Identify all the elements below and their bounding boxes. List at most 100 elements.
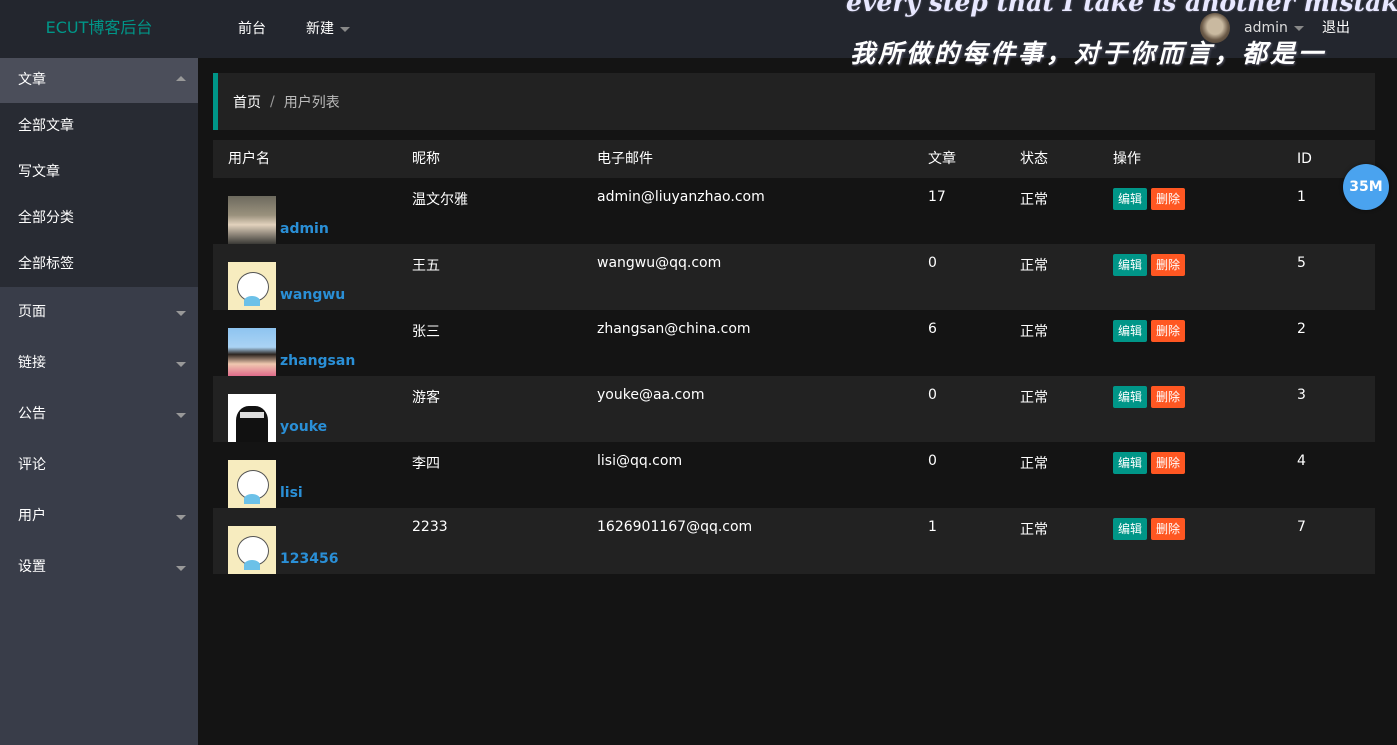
id-cell: 5 (1297, 255, 1306, 271)
username-link[interactable]: admin (280, 221, 329, 237)
user-name[interactable]: admin (1244, 20, 1304, 36)
table-header: 用户名 昵称 电子邮件 文章 状态 操作 ID (213, 140, 1375, 178)
avatar (228, 262, 276, 310)
status-cell: 正常 (1020, 522, 1048, 538)
delete-button[interactable]: 删除 (1151, 386, 1186, 408)
articles-cell: 17 (928, 189, 946, 205)
user-menu[interactable]: admin (1200, 13, 1304, 43)
breadcrumb-home[interactable]: 首页 (233, 92, 261, 112)
sidebar-item-links[interactable]: 链接 (0, 338, 198, 389)
delete-button[interactable]: 删除 (1151, 518, 1186, 540)
username-cell: lisi (213, 442, 397, 508)
id-cell: 2 (1297, 321, 1306, 337)
actions-cell: 编辑 删除 (1098, 442, 1282, 508)
header-banner: every step that I take is another mistak… (840, 0, 1397, 80)
actions-cell: 编辑 删除 (1098, 376, 1282, 442)
banner-line-english: every step that I take is another mistak… (846, 0, 1397, 17)
table-row: lisi 李四 lisi@qq.com 0 正常 编辑 删除 4 (213, 442, 1375, 508)
avatar (228, 526, 276, 574)
avatar (228, 460, 276, 508)
delete-button[interactable]: 删除 (1151, 188, 1186, 210)
nav-new-dropdown[interactable]: 新建 (286, 0, 370, 58)
sidebar-item-notices[interactable]: 公告 (0, 389, 198, 440)
edit-button[interactable]: 编辑 (1113, 386, 1148, 408)
username-link[interactable]: wangwu (280, 287, 345, 303)
column-header-articles: 文章 (928, 151, 956, 167)
email-cell: wangwu@qq.com (597, 255, 722, 271)
sidebar-item-users[interactable]: 用户 (0, 491, 198, 542)
breadcrumb-current: 用户列表 (283, 94, 340, 111)
column-header-username: 用户名 (228, 151, 270, 167)
edit-button[interactable]: 编辑 (1113, 188, 1148, 210)
column-header-actions: 操作 (1113, 151, 1141, 167)
user-name-label: admin (1244, 20, 1288, 36)
chevron-down-icon (176, 362, 186, 367)
nav-frontend-link[interactable]: 前台 (218, 0, 286, 58)
nickname-cell: 游客 (412, 390, 440, 406)
avatar (228, 394, 276, 442)
sidebar-item-label: 文章 (18, 72, 46, 88)
edit-button[interactable]: 编辑 (1113, 518, 1148, 540)
sidebar-group-article: 文章 全部文章 写文章 全部分类 全部标签 (0, 58, 198, 287)
sidebar-item-write-article[interactable]: 写文章 (0, 149, 198, 195)
nickname-cell: 张三 (412, 324, 440, 340)
articles-cell: 0 (928, 255, 937, 271)
status-cell: 正常 (1020, 192, 1048, 208)
email-cell: 1626901167@qq.com (597, 519, 753, 535)
actions-cell: 编辑 删除 (1098, 508, 1282, 574)
top-nav: 前台 新建 (218, 0, 370, 58)
page-scrollbar[interactable] (1392, 58, 1397, 745)
delete-button[interactable]: 删除 (1151, 320, 1186, 342)
chevron-down-icon (176, 566, 186, 571)
sidebar-item-all-tags[interactable]: 全部标签 (0, 241, 198, 287)
column-header-nickname: 昵称 (412, 151, 440, 167)
email-cell: zhangsan@china.com (597, 321, 751, 337)
username-link[interactable]: zhangsan (280, 353, 355, 369)
delete-button[interactable]: 删除 (1151, 254, 1186, 276)
sidebar-item-comments[interactable]: 评论 (0, 440, 198, 491)
articles-cell: 0 (928, 453, 937, 469)
username-cell: 123456 (213, 508, 397, 574)
edit-button[interactable]: 编辑 (1113, 254, 1148, 276)
actions-cell: 编辑 删除 (1098, 244, 1282, 310)
memory-usage-badge[interactable]: 35M (1343, 164, 1389, 210)
email-cell: youke@aa.com (597, 387, 705, 403)
username-link[interactable]: lisi (280, 485, 303, 501)
username-cell: zhangsan (213, 310, 397, 376)
nickname-cell: 王五 (412, 258, 440, 274)
table-row: youke 游客 youke@aa.com 0 正常 编辑 删除 3 (213, 376, 1375, 442)
nav-new-label: 新建 (306, 21, 334, 37)
sidebar-item-all-categories[interactable]: 全部分类 (0, 195, 198, 241)
sidebar-item-label: 设置 (18, 559, 46, 575)
id-cell: 7 (1297, 519, 1306, 535)
sidebar-item-settings[interactable]: 设置 (0, 542, 198, 593)
delete-button[interactable]: 删除 (1151, 452, 1186, 474)
status-cell: 正常 (1020, 390, 1048, 406)
sidebar-item-all-articles[interactable]: 全部文章 (0, 103, 198, 149)
site-logo[interactable]: ECUT博客后台 (0, 0, 198, 58)
sidebar-item-label: 页面 (18, 304, 46, 320)
avatar[interactable] (1200, 13, 1230, 43)
chevron-down-icon (1293, 25, 1304, 31)
logout-link[interactable]: 退出 (1322, 0, 1350, 56)
status-cell: 正常 (1020, 258, 1048, 274)
sidebar-item-pages[interactable]: 页面 (0, 287, 198, 338)
sidebar-item-label: 用户 (18, 508, 46, 524)
username-cell: youke (213, 376, 397, 442)
breadcrumb: 首页 / 用户列表 (213, 73, 1375, 130)
nickname-cell: 李四 (412, 456, 440, 472)
edit-button[interactable]: 编辑 (1113, 320, 1148, 342)
username-link[interactable]: 123456 (280, 551, 338, 567)
username-link[interactable]: youke (280, 419, 327, 435)
sidebar-item-label: 链接 (18, 355, 46, 371)
table-row: wangwu 王五 wangwu@qq.com 0 正常 编辑 删除 5 (213, 244, 1375, 310)
edit-button[interactable]: 编辑 (1113, 452, 1148, 474)
id-cell: 3 (1297, 387, 1306, 403)
email-cell: lisi@qq.com (597, 453, 683, 469)
sidebar: 文章 全部文章 写文章 全部分类 全部标签 页面 链接 公告 评论 用户 设置 (0, 58, 198, 745)
column-header-status: 状态 (1020, 151, 1048, 167)
sidebar-submenu: 全部文章 写文章 全部分类 全部标签 (0, 103, 198, 287)
username-cell: admin (213, 178, 397, 244)
sidebar-item-article[interactable]: 文章 (0, 58, 198, 103)
avatar (228, 328, 276, 376)
